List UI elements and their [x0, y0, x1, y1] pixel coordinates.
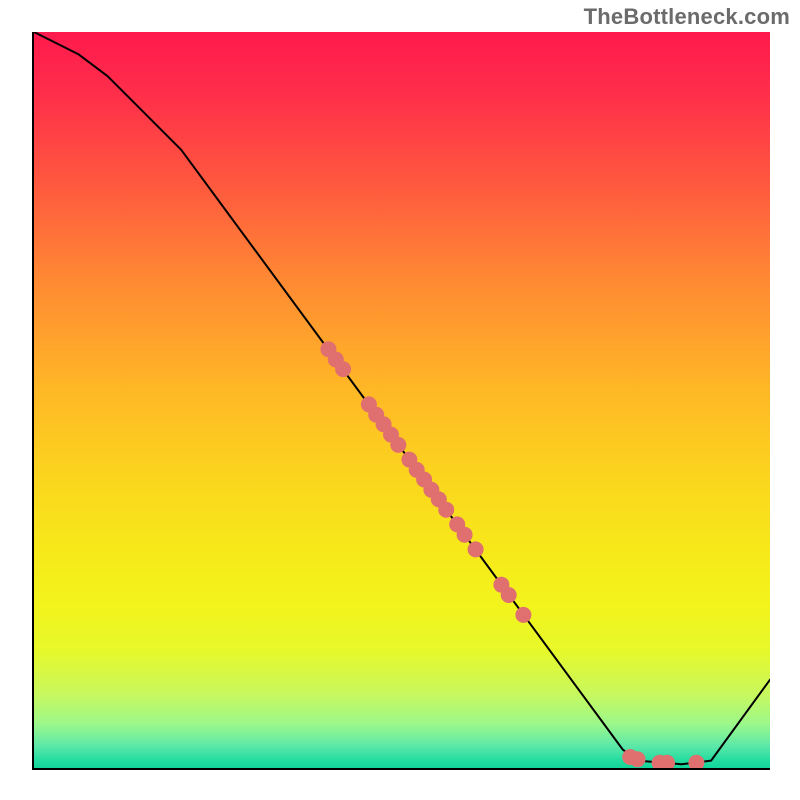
data-point [390, 437, 406, 453]
attribution-text: TheBottleneck.com [584, 4, 790, 30]
data-point [501, 587, 517, 603]
plot-area [32, 32, 770, 770]
data-point [515, 607, 531, 623]
data-point [468, 541, 484, 557]
data-point [438, 502, 454, 518]
chart-container: TheBottleneck.com [0, 0, 800, 800]
data-point [457, 527, 473, 543]
curve-layer [34, 32, 770, 768]
data-point [335, 361, 351, 377]
marker-cluster [320, 341, 704, 768]
bottleneck-curve [34, 32, 770, 764]
data-point [630, 751, 646, 767]
data-point [688, 755, 704, 768]
